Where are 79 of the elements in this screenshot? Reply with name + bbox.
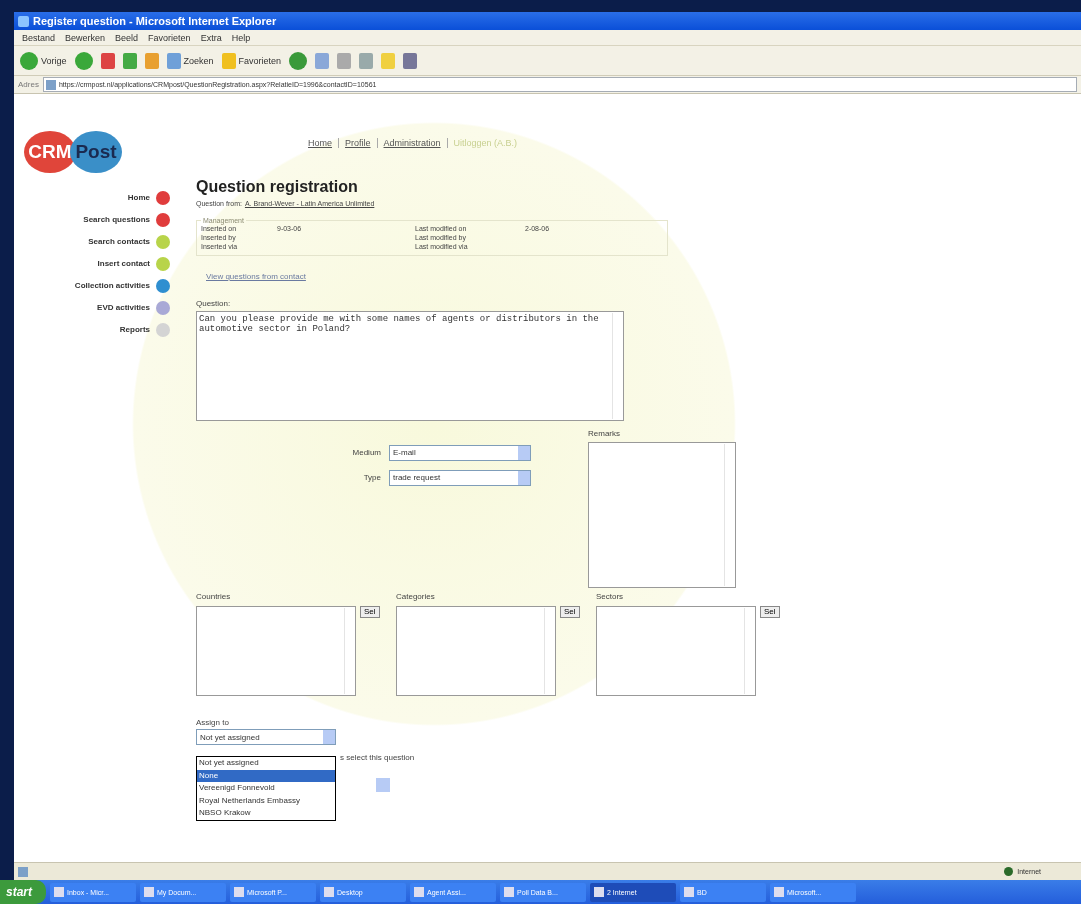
refresh-button[interactable] xyxy=(122,52,137,69)
messenger-button[interactable] xyxy=(403,52,418,69)
remarks-textarea[interactable] xyxy=(588,442,736,588)
partial-text: s select this question xyxy=(340,753,415,762)
back-button[interactable]: Vorige xyxy=(20,51,67,70)
list-label: Sectors xyxy=(596,592,625,601)
type-select[interactable]: trade request xyxy=(389,469,531,486)
question-label: Question: xyxy=(196,299,232,308)
browser-icon xyxy=(18,15,29,27)
circle-icon xyxy=(289,51,308,70)
window-icon xyxy=(234,887,244,897)
menu-item[interactable]: Beeld xyxy=(115,32,139,43)
favorites-button[interactable]: Favorieten xyxy=(221,52,282,69)
menu-item[interactable]: Bestand xyxy=(22,32,56,43)
view-questions-link[interactable]: View questions from contact xyxy=(206,272,1081,281)
window-icon xyxy=(684,887,694,897)
list-box[interactable] xyxy=(596,606,756,696)
window-icon xyxy=(774,887,784,897)
medium-select[interactable]: E-mail xyxy=(389,444,531,461)
mail-button[interactable] xyxy=(315,52,330,69)
sidebar-item[interactable]: Insert contact xyxy=(97,256,170,271)
menu-item[interactable]: Favorieten xyxy=(148,32,191,43)
window-icon xyxy=(324,887,334,897)
breadcrumb-link[interactable]: Profile xyxy=(345,137,371,149)
list-label: Countries xyxy=(196,592,232,601)
list-box[interactable] xyxy=(396,606,556,696)
page-title: Question registration xyxy=(196,178,359,196)
window-icon xyxy=(504,887,514,897)
sidebar-item[interactable]: Search questions xyxy=(83,212,170,227)
logo: CRM Post xyxy=(14,94,184,190)
home-button[interactable] xyxy=(144,52,159,69)
toolbar-icon xyxy=(221,52,236,69)
stop-button[interactable] xyxy=(100,52,115,69)
select-button[interactable]: Sel xyxy=(360,606,380,618)
page-icon xyxy=(45,79,56,90)
menu-item[interactable]: Help xyxy=(231,32,251,43)
list-label: Categories xyxy=(396,592,436,601)
history-button[interactable] xyxy=(289,51,308,70)
toolbar-icon xyxy=(403,52,418,69)
toolbar-icon xyxy=(359,52,374,69)
window-icon xyxy=(144,887,154,897)
edit-button[interactable] xyxy=(359,52,374,69)
circle-icon xyxy=(74,51,93,70)
assign-label: Assign to xyxy=(196,718,230,727)
toolbar-icon xyxy=(144,52,159,69)
menu-item[interactable]: Extra xyxy=(200,32,222,43)
window-title: Register question - Microsoft Internet Explorer xyxy=(33,15,277,27)
toolbar-icon xyxy=(337,52,352,69)
print-button[interactable] xyxy=(337,52,352,69)
type-label: Type xyxy=(362,473,382,482)
toolbar-icon xyxy=(100,52,115,69)
forward-button[interactable] xyxy=(74,51,93,70)
breadcrumb-link[interactable]: Home xyxy=(308,137,332,149)
sidebar-item[interactable]: Search contacts xyxy=(88,234,170,249)
medium-label: Medium xyxy=(351,448,382,457)
search-button[interactable]: Zoeken xyxy=(166,52,214,69)
window-icon xyxy=(414,887,424,897)
toolbar-icon xyxy=(166,52,181,69)
sidebar-item[interactable]: Reports xyxy=(119,322,170,337)
window-icon xyxy=(594,887,604,897)
toolbar-icon xyxy=(122,52,137,69)
question-textarea[interactable]: Can you please provide me with some names of agents or distributors in the automotive sector in Poland? xyxy=(196,311,624,421)
breadcrumb-link[interactable]: Administration xyxy=(383,137,441,149)
page-icon xyxy=(18,866,28,877)
toolbar-icon xyxy=(381,52,396,69)
start-button[interactable]: start xyxy=(0,880,46,904)
list-box[interactable] xyxy=(196,606,356,696)
sidebar-item[interactable]: EVD activities xyxy=(97,300,170,315)
circle-icon xyxy=(20,51,38,70)
remarks-label: Remarks xyxy=(588,429,621,438)
window-icon xyxy=(54,887,64,897)
sidebar-item[interactable]: Home xyxy=(127,190,170,205)
sidebar-item[interactable]: Collection activities xyxy=(74,278,170,293)
toolbar-icon xyxy=(315,52,330,69)
menu-item[interactable]: Bewerken xyxy=(65,32,106,43)
assign-select[interactable]: Not yet assigned xyxy=(196,729,336,745)
select-button[interactable]: Sel xyxy=(760,606,780,618)
select-button[interactable]: Sel xyxy=(560,606,580,618)
address-label: Adres xyxy=(18,80,39,89)
